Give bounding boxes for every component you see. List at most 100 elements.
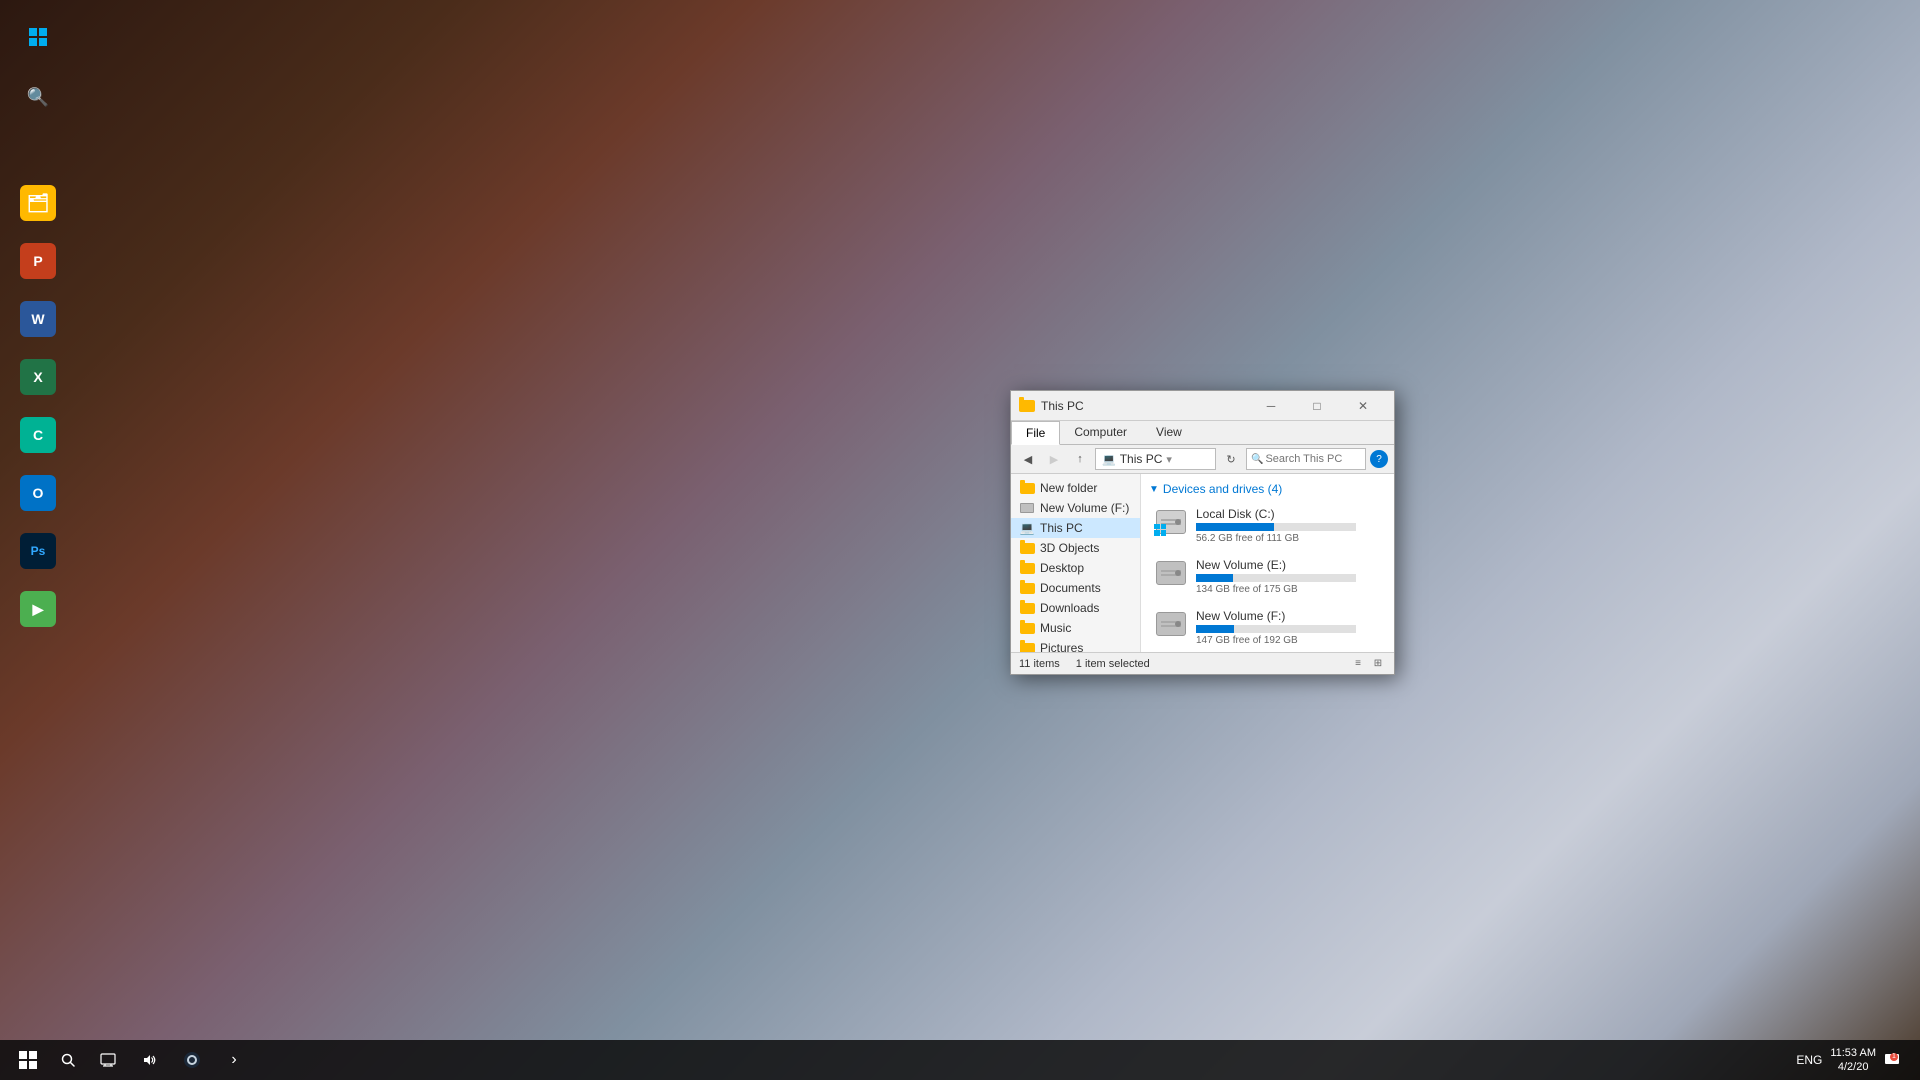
start-button[interactable] xyxy=(8,10,68,64)
forward-button[interactable]: ▶ xyxy=(1043,448,1065,470)
drive-f-fill xyxy=(1196,625,1234,633)
window-title: This PC xyxy=(1041,399,1248,413)
title-bar: This PC ─ □ ✕ xyxy=(1011,391,1394,421)
drive-f-info: New Volume (F:) 147 GB free of 192 GB xyxy=(1196,609,1379,646)
app-icon-file-explorer[interactable]: 🗂 xyxy=(8,176,68,230)
notification-center[interactable]: 1 xyxy=(1884,1051,1900,1070)
drive-f-icon xyxy=(1156,612,1188,644)
search-taskbar-icon[interactable]: 🔍 xyxy=(8,70,68,124)
status-item-count: 11 items xyxy=(1019,658,1060,670)
tab-computer[interactable]: Computer xyxy=(1060,421,1142,444)
drive-c-icon xyxy=(1156,510,1188,542)
this-pc-icon: 💻 xyxy=(1019,521,1035,535)
drive-e-space: 134 GB free of 175 GB xyxy=(1196,584,1379,595)
folder-icon xyxy=(1019,481,1035,495)
help-button[interactable]: ? xyxy=(1370,450,1388,468)
explorer-main: New folder New Volume (F:) 💻 This PC 3D … xyxy=(1011,474,1394,652)
drive-f[interactable]: New Volume (F:) 147 GB free of 192 GB xyxy=(1149,604,1386,651)
nav-pictures[interactable]: Pictures xyxy=(1011,638,1140,652)
back-button[interactable]: ◀ xyxy=(1017,448,1039,470)
app-icon-word[interactable]: W xyxy=(8,292,68,346)
nav-this-pc[interactable]: 💻 This PC xyxy=(1011,518,1140,538)
taskbar-volume-icon[interactable] xyxy=(130,1040,170,1080)
folder-icon-documents xyxy=(1019,581,1035,595)
drive-e-icon xyxy=(1156,561,1188,593)
app-icon-photoshop[interactable]: Ps xyxy=(8,524,68,578)
date-display: 4/2/20 xyxy=(1838,1060,1869,1074)
drive-c-space: 56.2 GB free of 111 GB xyxy=(1196,533,1379,544)
search-input[interactable] xyxy=(1265,453,1361,465)
ribbon: File Computer View xyxy=(1011,421,1394,445)
app-icon-excel[interactable]: X xyxy=(8,350,68,404)
nav-new-volume-f[interactable]: New Volume (F:) xyxy=(1011,498,1140,518)
address-path[interactable]: 💻 This PC ▾ xyxy=(1095,448,1216,470)
app-icon-outlook[interactable]: O xyxy=(8,466,68,520)
drive-e-bar xyxy=(1196,574,1356,582)
drive-e-label: New Volume (E:) xyxy=(1196,558,1379,572)
notification-count: 1 xyxy=(1890,1053,1898,1061)
window-icon xyxy=(1019,398,1035,414)
folder-icon-downloads xyxy=(1019,601,1035,615)
nav-documents[interactable]: Documents xyxy=(1011,578,1140,598)
nav-desktop[interactable]: Desktop xyxy=(1011,558,1140,578)
tab-file[interactable]: File xyxy=(1011,421,1060,445)
drive-c-info: Local Disk (C:) 56.2 GB free of 111 GB xyxy=(1196,507,1379,544)
drive-e[interactable]: New Volume (E:) 134 GB free of 175 GB xyxy=(1149,553,1386,600)
nav-3d-objects[interactable]: 3D Objects xyxy=(1011,538,1140,558)
address-bar: ◀ ▶ ↑ 💻 This PC ▾ ↻ 🔍 ? xyxy=(1011,445,1394,474)
view-toggle: ≡ ⊞ xyxy=(1350,656,1386,672)
drive-c-fill xyxy=(1196,523,1274,531)
drives-grid: Local Disk (C:) 56.2 GB free of 111 GB xyxy=(1145,500,1390,652)
details-view-button[interactable]: ≡ xyxy=(1350,656,1366,672)
minimize-button[interactable]: ─ xyxy=(1248,391,1294,421)
nav-music[interactable]: Music xyxy=(1011,618,1140,638)
desktop-sidebar: 🔍 🗂 P W X C O Ps ▶ xyxy=(0,0,110,1040)
app-icon-unknown-green[interactable]: C xyxy=(8,408,68,462)
nav-downloads[interactable]: Downloads xyxy=(1011,598,1140,618)
folder-icon-desktop xyxy=(1019,561,1035,575)
clock: 11:53 AM 4/2/20 xyxy=(1830,1046,1876,1075)
folder-icon-pictures xyxy=(1019,641,1035,652)
folder-icon-3d xyxy=(1019,541,1035,555)
drive-f-bar xyxy=(1196,625,1356,633)
drive-c[interactable]: Local Disk (C:) 56.2 GB free of 111 GB xyxy=(1149,502,1386,549)
search-button-taskbar[interactable] xyxy=(48,1040,88,1080)
section-title: Devices and drives (4) xyxy=(1163,482,1282,496)
drive-c-bar xyxy=(1196,523,1356,531)
search-box[interactable]: 🔍 xyxy=(1246,448,1366,470)
devices-drives-section[interactable]: ▼ Devices and drives (4) xyxy=(1145,478,1390,500)
app-icon-game[interactable]: ▶ xyxy=(8,582,68,636)
path-text: This PC xyxy=(1120,452,1163,466)
nav-new-folder[interactable]: New folder xyxy=(1011,478,1140,498)
close-button[interactable]: ✕ xyxy=(1340,391,1386,421)
folder-icon-music xyxy=(1019,621,1035,635)
drive-e-info: New Volume (E:) 134 GB free of 175 GB xyxy=(1196,558,1379,595)
ribbon-tabs: File Computer View xyxy=(1011,421,1394,445)
taskbar-steam-icon[interactable] xyxy=(172,1040,212,1080)
desktop-background xyxy=(0,0,1920,1080)
chevron-icon: ▼ xyxy=(1149,484,1159,495)
taskbar-arrow-icon[interactable]: › xyxy=(214,1040,254,1080)
tiles-view-button[interactable]: ⊞ xyxy=(1370,656,1386,672)
system-tray: ENG 11:53 AM 4/2/20 1 xyxy=(1796,1046,1912,1075)
content-panel: ▼ Devices and drives (4) xyxy=(1141,474,1394,652)
start-button-taskbar[interactable] xyxy=(8,1040,48,1080)
drive-e-fill xyxy=(1196,574,1233,582)
status-bar: 11 items 1 item selected ≡ ⊞ xyxy=(1011,652,1394,674)
taskbar-monitor-icon[interactable] xyxy=(88,1040,128,1080)
drive-icon xyxy=(1019,501,1035,515)
up-button[interactable]: ↑ xyxy=(1069,448,1091,470)
status-selected: 1 item selected xyxy=(1076,658,1150,670)
drive-f-label: New Volume (F:) xyxy=(1196,609,1379,623)
drive-c-label: Local Disk (C:) xyxy=(1196,507,1379,521)
file-explorer-window: This PC ─ □ ✕ File Computer View ◀ ▶ ↑ 💻… xyxy=(1010,390,1395,675)
maximize-button[interactable]: □ xyxy=(1294,391,1340,421)
window-controls: ─ □ ✕ xyxy=(1248,391,1386,421)
tab-view[interactable]: View xyxy=(1142,421,1197,444)
taskbar: › ENG 11:53 AM 4/2/20 1 xyxy=(0,1040,1920,1080)
app-icon-powerpoint[interactable]: P xyxy=(8,234,68,288)
language-indicator: ENG xyxy=(1796,1053,1822,1067)
nav-panel: New folder New Volume (F:) 💻 This PC 3D … xyxy=(1011,474,1141,652)
refresh-button[interactable]: ↻ xyxy=(1220,448,1242,470)
taskbar-pinned-apps: › xyxy=(88,1040,254,1080)
